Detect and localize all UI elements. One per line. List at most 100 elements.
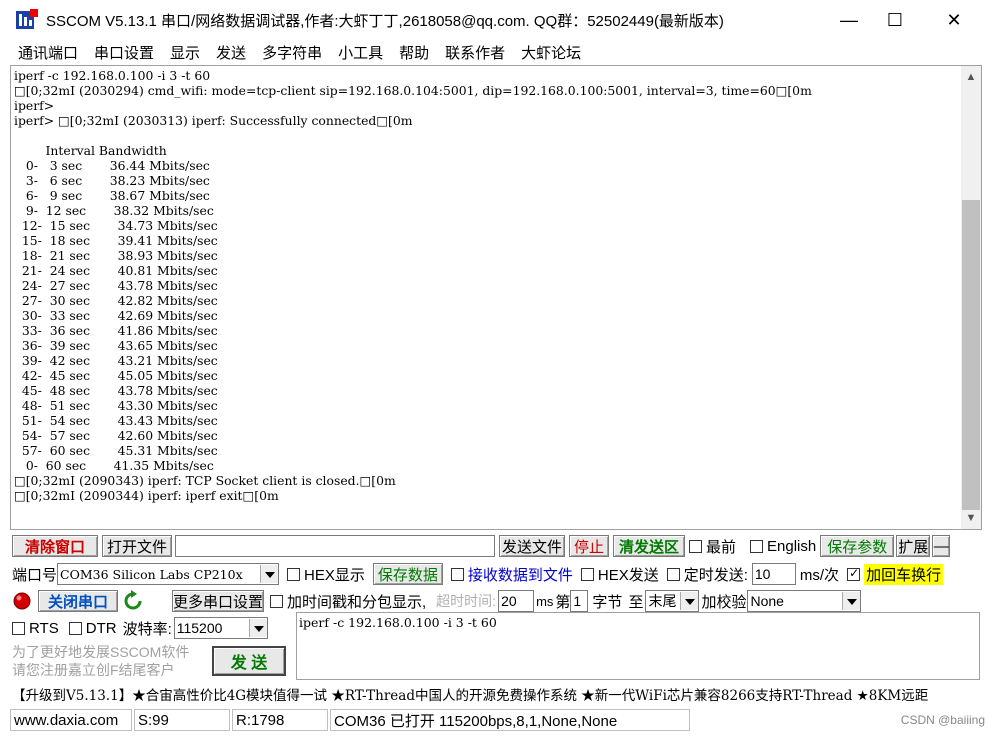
menu-bar: 通讯端口 串口设置 显示 发送 多字符串 小工具 帮助 联系作者 大虾论坛: [0, 40, 994, 64]
app-logo-icon: [16, 9, 38, 29]
port-status: COM36 已打开 115200bps,8,1,None,None: [330, 709, 690, 731]
menu-item-forum[interactable]: 大虾论坛: [521, 42, 581, 63]
port-row: 端口号 COM36 Silicon Labs CP210x HEX显示 保存数据…: [12, 563, 984, 585]
byte-prefix-label: 第: [555, 593, 571, 611]
baud-label: 波特率:: [122, 620, 172, 638]
timeout-unit: ms: [536, 593, 554, 609]
save-params-button[interactable]: 保存参数: [820, 535, 895, 557]
collapse-button[interactable]: —: [932, 535, 951, 557]
clear-send-button[interactable]: 清发送区: [613, 535, 685, 557]
byte-index-input[interactable]: 1: [570, 590, 589, 612]
more-port-settings-button[interactable]: 更多串口设置: [172, 590, 264, 612]
dtr-option[interactable]: DTR: [68, 620, 117, 637]
file-toolbar: 清除窗口 打开文件 发送文件 停止 清发送区 最前 English 保存参数 扩…: [12, 535, 982, 557]
byte-label: 字节: [592, 593, 623, 611]
english-option[interactable]: English: [750, 538, 816, 555]
chevron-down-icon[interactable]: [842, 592, 861, 610]
hex-display-option[interactable]: HEX显示: [287, 564, 365, 585]
promo-text: 为了更好地发展SSCOM软件 请您注册嘉立创F结尾客户: [12, 643, 202, 679]
port-select[interactable]: COM36 Silicon Labs CP210x: [57, 563, 280, 585]
receive-panel: iperf -c 192.168.0.100 -i 3 -t 60 □[0;32…: [10, 65, 982, 530]
recv-to-file-option[interactable]: 接收数据到文件: [450, 564, 573, 585]
vertical-scrollbar[interactable]: ▲ ▼: [961, 66, 981, 529]
chevron-down-icon[interactable]: [260, 565, 279, 583]
file-path-input[interactable]: [175, 535, 495, 557]
timed-send-option[interactable]: 定时发送:: [666, 564, 748, 585]
add-crlf-option[interactable]: 加回车换行: [847, 563, 944, 585]
close-port-button[interactable]: 关闭串口: [38, 590, 118, 612]
csdn-watermark: CSDN @baiiing: [900, 713, 985, 727]
receive-output[interactable]: iperf -c 192.168.0.100 -i 3 -t 60 □[0;32…: [14, 68, 959, 527]
send-button[interactable]: 发 送: [212, 646, 286, 676]
checksum-label: 加校验: [701, 593, 747, 611]
minimize-icon: —: [840, 9, 858, 30]
menu-item-multi-string[interactable]: 多字符串: [262, 42, 322, 63]
menu-item-send[interactable]: 发送: [216, 42, 246, 63]
ad-ticker-text: 【升级到V5.13.1】★合宙高性价比4G模块值得一试 ★RT-Thread中国…: [12, 688, 929, 704]
send-file-button[interactable]: 发送文件: [499, 535, 565, 557]
menu-item-comm-port[interactable]: 通讯端口: [18, 42, 78, 63]
interval-input[interactable]: 10: [751, 563, 796, 585]
chevron-down-icon[interactable]: [680, 592, 699, 610]
send-input-text: iperf -c 192.168.0.100 -i 3 -t 60: [299, 615, 497, 630]
scroll-up-icon[interactable]: ▲: [961, 68, 981, 86]
menu-item-help[interactable]: 帮助: [399, 42, 429, 63]
hex-display-checkbox[interactable]: [287, 567, 301, 581]
clear-window-button[interactable]: 清除窗口: [12, 535, 98, 557]
close-icon: ✕: [946, 9, 962, 30]
checksum-select-value: None: [750, 593, 784, 609]
dtr-checkbox[interactable]: [68, 621, 82, 635]
expand-button[interactable]: 扩展: [896, 535, 931, 557]
hex-send-checkbox[interactable]: [580, 567, 594, 581]
window-title: SSCOM V5.13.1 串口/网络数据调试器,作者:大虾丁丁,2618058…: [46, 12, 724, 30]
open-file-button[interactable]: 打开文件: [102, 535, 172, 557]
english-checkbox[interactable]: [750, 539, 764, 553]
close-window-button[interactable]: ✕: [925, 0, 983, 40]
timeout-input[interactable]: 20: [498, 590, 535, 612]
menu-item-port-settings[interactable]: 串口设置: [94, 42, 154, 63]
menu-item-contact-author[interactable]: 联系作者: [445, 42, 505, 63]
refresh-icon[interactable]: [122, 590, 144, 612]
end-select[interactable]: 末尾: [645, 590, 700, 612]
timeout-label: 超时时间:: [436, 593, 497, 609]
interval-unit: ms/次: [799, 566, 840, 584]
status-bar: www.daxia.com S:99 R:1798 COM36 已打开 1152…: [10, 708, 985, 732]
baud-row: RTS DTR 波特率: 115200: [12, 617, 296, 639]
timestamp-option[interactable]: 加时间戳和分包显示,: [270, 591, 426, 612]
menu-item-display[interactable]: 显示: [170, 42, 200, 63]
recv-to-file-checkbox[interactable]: [450, 567, 464, 581]
send-input[interactable]: iperf -c 192.168.0.100 -i 3 -t 60: [296, 612, 980, 680]
rts-option[interactable]: RTS: [12, 620, 59, 637]
to-label: 至: [628, 593, 644, 611]
received-count: R:1798: [232, 709, 328, 731]
open-port-row: 关闭串口 更多串口设置 加时间戳和分包显示, 超时时间: 20 ms 第 1 字…: [12, 590, 984, 612]
checksum-select[interactable]: None: [747, 590, 862, 612]
baud-select-value: 115200: [176, 620, 223, 636]
port-status-led-icon: [13, 592, 31, 610]
maximize-icon: ☐: [886, 9, 904, 30]
maximize-button[interactable]: ☐: [866, 0, 924, 40]
website-link[interactable]: www.daxia.com: [10, 709, 132, 731]
rts-checkbox[interactable]: [12, 621, 25, 635]
sent-count: S:99: [134, 709, 230, 731]
save-data-button[interactable]: 保存数据: [372, 563, 443, 585]
end-select-value: 末尾: [648, 593, 677, 609]
timestamp-checkbox[interactable]: [270, 594, 283, 608]
chevron-down-icon[interactable]: [248, 619, 267, 637]
hex-send-option[interactable]: HEX发送: [580, 564, 659, 585]
add-crlf-checkbox[interactable]: [847, 566, 861, 581]
port-label: 端口号: [12, 566, 58, 584]
stop-button[interactable]: 停止: [569, 535, 609, 557]
promo-line-1: 为了更好地发展SSCOM软件: [12, 644, 190, 660]
menu-item-tools[interactable]: 小工具: [338, 42, 383, 63]
timed-send-checkbox[interactable]: [666, 567, 680, 581]
ad-ticker[interactable]: 【升级到V5.13.1】★合宙高性价比4G模块值得一试 ★RT-Thread中国…: [12, 683, 984, 705]
scroll-down-icon[interactable]: ▼: [961, 509, 981, 527]
scrollbar-thumb[interactable]: [962, 200, 980, 510]
promo-line-2: 请您注册嘉立创F结尾客户: [12, 662, 175, 678]
topmost-checkbox[interactable]: [689, 539, 702, 553]
baud-select[interactable]: 115200: [173, 617, 268, 639]
topmost-option[interactable]: 最前: [689, 536, 736, 557]
title-bar: SSCOM V5.13.1 串口/网络数据调试器,作者:大虾丁丁,2618058…: [0, 0, 994, 40]
port-select-value: COM36 Silicon Labs CP210x: [60, 566, 243, 582]
